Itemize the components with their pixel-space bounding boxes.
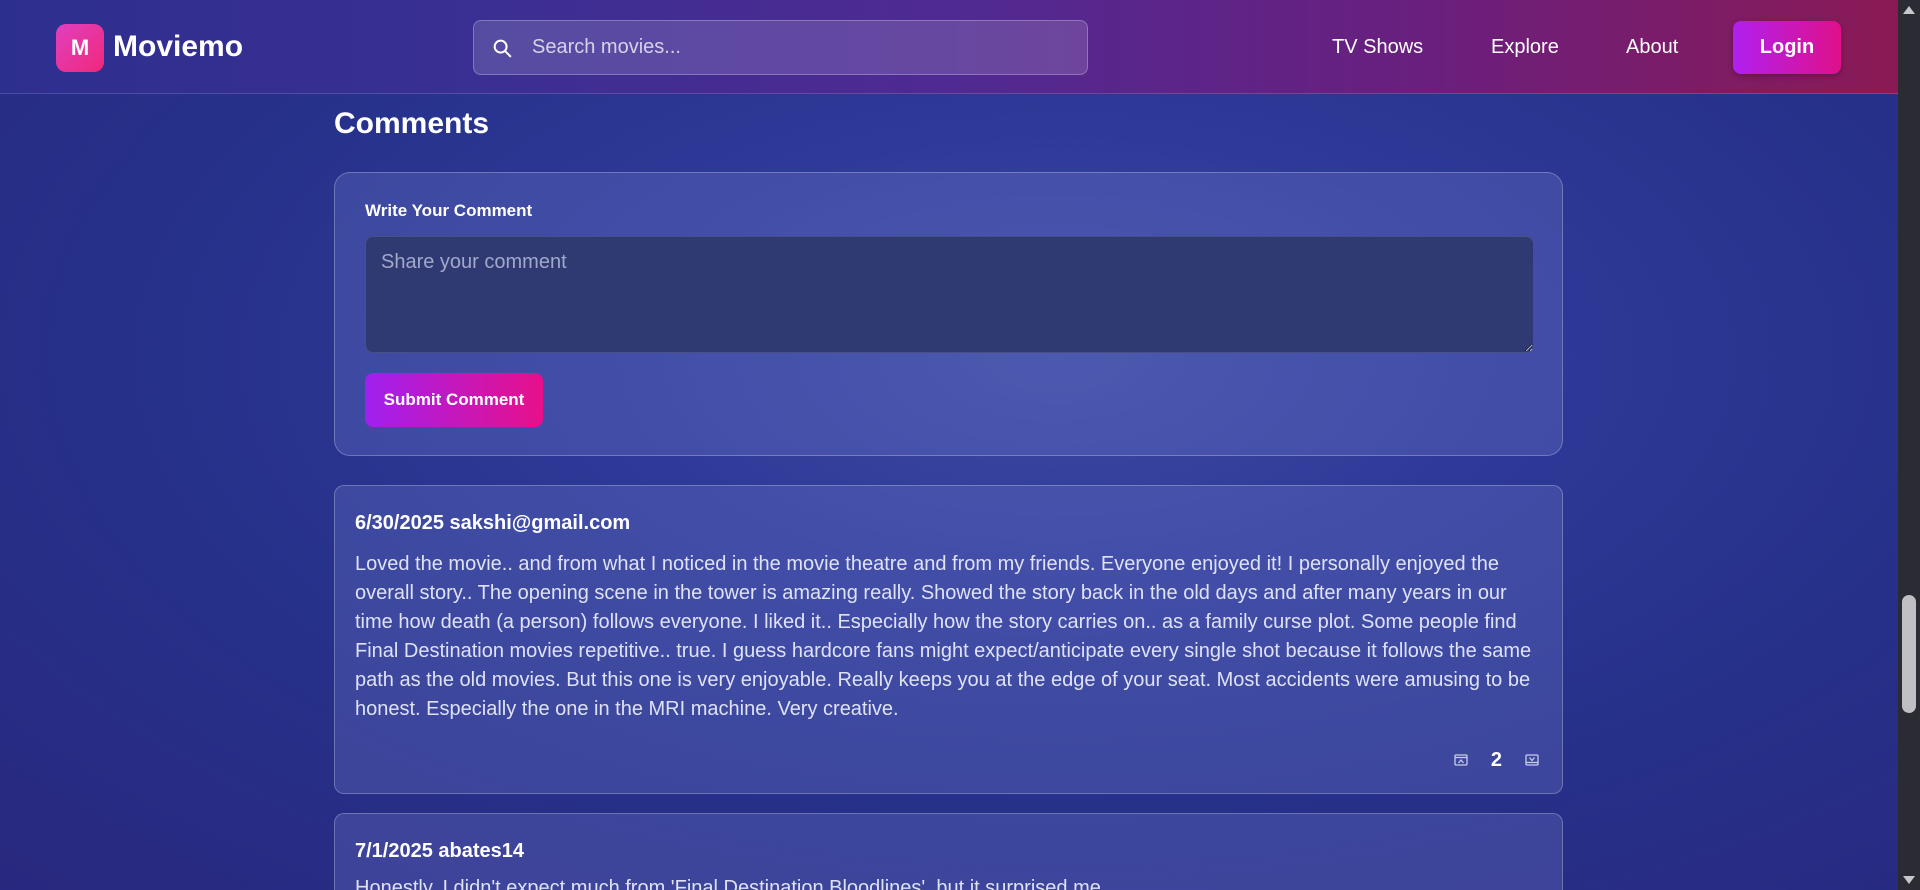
logo-icon[interactable]: M xyxy=(56,24,104,72)
page-scrollbar[interactable] xyxy=(1898,0,1920,890)
upvote-icon[interactable] xyxy=(1451,750,1471,770)
comments-heading: Comments xyxy=(334,107,490,140)
comment-card: 6/30/2025 sakshi@gmail.com Loved the mov… xyxy=(334,485,1563,794)
downvote-icon[interactable] xyxy=(1522,750,1542,770)
search-icon xyxy=(474,20,530,75)
nav-about[interactable]: About xyxy=(1626,30,1678,64)
scrollbar-thumb[interactable] xyxy=(1902,595,1916,713)
scroll-up-icon[interactable] xyxy=(1898,2,1920,18)
top-navbar: M Moviemo TV Shows Explore About Login xyxy=(0,0,1898,94)
login-button[interactable]: Login xyxy=(1733,21,1841,74)
submit-comment-button[interactable]: Submit Comment xyxy=(365,373,543,427)
vote-count: 2 xyxy=(1490,748,1502,771)
comment-textarea[interactable] xyxy=(365,236,1534,353)
comment-body: Honestly, I didn't expect much from 'Fin… xyxy=(355,877,1118,890)
comment-form-label: Write Your Comment xyxy=(365,201,533,220)
nav-tv-shows[interactable]: TV Shows xyxy=(1332,30,1423,64)
nav-explore[interactable]: Explore xyxy=(1491,30,1559,64)
comment-meta: 6/30/2025 sakshi@gmail.com xyxy=(355,512,631,534)
comment-card: 7/1/2025 abates14 Honestly, I didn't exp… xyxy=(334,813,1563,890)
search-bar xyxy=(473,20,1088,75)
vote-bar: 2 xyxy=(1451,745,1542,775)
search-input[interactable] xyxy=(530,20,1087,75)
scroll-down-icon[interactable] xyxy=(1898,872,1920,888)
comment-form: Write Your Comment Submit Comment xyxy=(334,172,1563,456)
comment-body: Loved the movie.. and from what I notice… xyxy=(355,553,1532,720)
brand-name[interactable]: Moviemo xyxy=(113,26,243,68)
comment-meta: 7/1/2025 abates14 xyxy=(355,840,525,862)
